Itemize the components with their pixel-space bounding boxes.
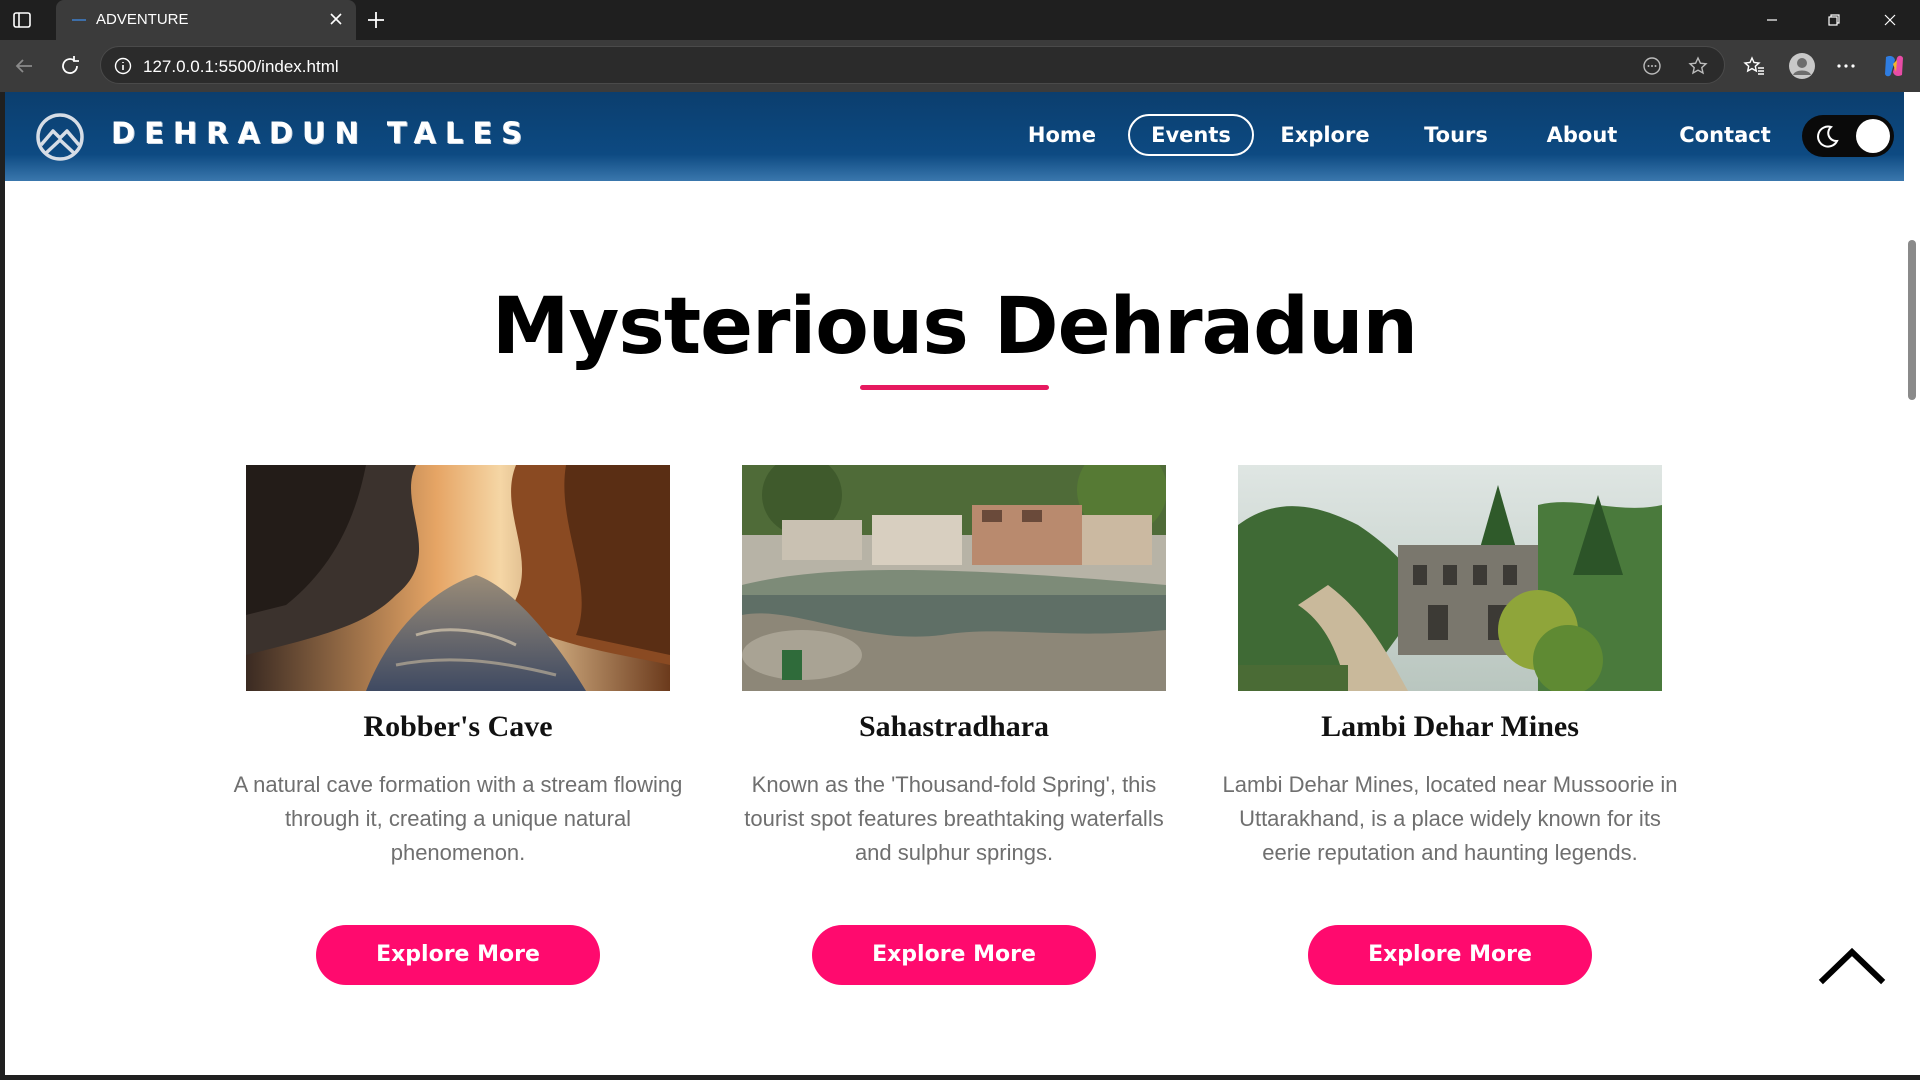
browser-tab[interactable]: ADVENTURE <box>56 0 356 40</box>
favorite-star-icon[interactable] <box>1687 55 1709 77</box>
nav-about[interactable]: About <box>1532 114 1632 156</box>
card-description: Known as the 'Thousand-fold Spring', thi… <box>744 772 1164 865</box>
copilot-icon[interactable] <box>1880 52 1908 80</box>
card-title: Lambi Dehar Mines <box>1321 710 1579 743</box>
reload-icon[interactable] <box>58 54 82 78</box>
moon-icon <box>1817 125 1839 148</box>
minimize-icon[interactable] <box>1760 8 1784 32</box>
card-title: Robber's Cave <box>363 710 553 743</box>
favicon-icon <box>72 19 86 21</box>
address-bar[interactable]: 127.0.0.1:5500/index.html <box>100 46 1725 84</box>
site-brand[interactable]: DEHRADUN TALES <box>111 116 531 150</box>
mountain-logo-icon[interactable] <box>35 112 85 162</box>
card-description: Lambi Dehar Mines, located near Mussoori… <box>1222 772 1678 865</box>
close-tab-icon[interactable] <box>326 9 346 29</box>
profile-avatar-icon[interactable] <box>1788 52 1816 80</box>
back-to-top-chevron-icon[interactable] <box>1817 942 1887 988</box>
browser-tab-strip: ADVENTURE <box>0 0 1920 40</box>
explore-more-button[interactable]: Explore More <box>316 925 600 985</box>
card-title: Sahastradhara <box>858 710 1050 743</box>
scrollbar-thumb[interactable] <box>1908 240 1916 400</box>
title-underline <box>860 385 1049 390</box>
robbers-cave-image <box>246 465 670 691</box>
sahastradhara-image <box>742 465 1166 691</box>
nav-tours[interactable]: Tours <box>1411 114 1501 156</box>
page-viewport: DEHRADUN TALES Home Events Explore Tours… <box>5 92 1904 1075</box>
new-tab-icon[interactable] <box>364 8 388 32</box>
nav-events[interactable]: Events <box>1128 114 1254 156</box>
site-info-icon[interactable] <box>113 56 133 76</box>
explore-more-button[interactable]: Explore More <box>812 925 1096 985</box>
address-bar-row: 127.0.0.1:5500/index.html <box>0 40 1920 92</box>
explore-more-button[interactable]: Explore More <box>1308 925 1592 985</box>
nav-explore[interactable]: Explore <box>1270 114 1380 156</box>
favorites-icon[interactable] <box>1742 54 1766 78</box>
reading-mode-icon[interactable] <box>1641 55 1663 77</box>
tab-actions-icon[interactable] <box>12 10 32 30</box>
toggle-knob <box>1856 119 1890 153</box>
tab-title: ADVENTURE <box>96 11 189 28</box>
theme-toggle[interactable] <box>1802 115 1894 157</box>
section-title: Mysterious Dehradun <box>491 282 1418 372</box>
more-options-icon[interactable] <box>1834 54 1858 78</box>
site-header: DEHRADUN TALES Home Events Explore Tours… <box>5 92 1904 181</box>
card-description: A natural cave formation with a stream f… <box>233 772 683 865</box>
lambi-dehar-mines-image <box>1238 465 1662 691</box>
nav-home[interactable]: Home <box>1012 114 1112 156</box>
close-window-icon[interactable] <box>1878 8 1902 32</box>
nav-contact[interactable]: Contact <box>1667 114 1783 156</box>
restore-icon[interactable] <box>1822 8 1846 32</box>
back-icon[interactable] <box>12 54 36 78</box>
url-text[interactable]: 127.0.0.1:5500/index.html <box>143 57 339 77</box>
page-scrollbar[interactable] <box>1904 92 1920 1075</box>
